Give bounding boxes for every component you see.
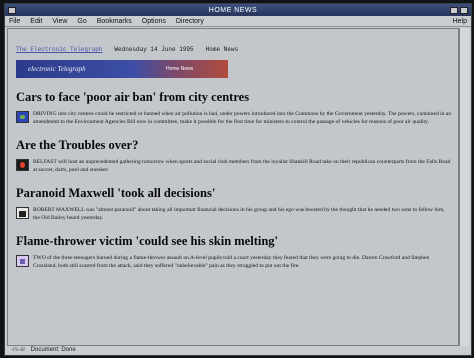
story-text: BELFAST will host an unprecedented gathe… bbox=[33, 159, 451, 173]
headline-link[interactable]: Cars to face 'poor air ban' from city ce… bbox=[16, 90, 452, 104]
shirt-icon[interactable] bbox=[16, 207, 29, 219]
story-item: DRIVING into city centres could be restr… bbox=[16, 110, 452, 126]
story-text: DRIVING into city centres could be restr… bbox=[33, 111, 452, 125]
vertical-scrollbar[interactable] bbox=[459, 28, 469, 346]
menu-edit[interactable]: Edit bbox=[30, 18, 42, 25]
menu-bookmarks[interactable]: Bookmarks bbox=[97, 18, 132, 25]
menu-view[interactable]: View bbox=[52, 18, 67, 25]
menu-bar: File Edit View Go Bookmarks Options Dire… bbox=[5, 16, 471, 27]
headline-link[interactable]: Flame-thrower victim 'could see his skin… bbox=[16, 234, 452, 248]
status-text: Document: Done bbox=[30, 347, 76, 353]
page-section: Home News bbox=[205, 46, 239, 53]
menu-file[interactable]: File bbox=[9, 18, 20, 25]
headline-link[interactable]: Paranoid Maxwell 'took all decisions' bbox=[16, 186, 452, 200]
page-content: The Electronic Telegraph Wednesday 14 Ju… bbox=[7, 28, 459, 346]
globe-icon[interactable] bbox=[16, 111, 29, 123]
flame-icon[interactable] bbox=[16, 255, 29, 267]
page-date: Wednesday 14 June 1995 bbox=[114, 46, 194, 53]
story-item: BELFAST will host an unprecedented gathe… bbox=[16, 158, 452, 174]
menu-directory[interactable]: Directory bbox=[176, 18, 204, 25]
menu-help[interactable]: Help bbox=[453, 18, 467, 25]
telegraph-banner: electronic Telegraph Home News bbox=[16, 60, 228, 78]
menu-options[interactable]: Options bbox=[142, 18, 166, 25]
menu-go[interactable]: Go bbox=[77, 18, 86, 25]
page-header-row: The Electronic Telegraph Wednesday 14 Ju… bbox=[16, 46, 452, 53]
story-item: TWO of the three teenagers burned during… bbox=[16, 254, 452, 270]
window-controls bbox=[449, 6, 468, 14]
headline-link[interactable]: Are the Troubles over? bbox=[16, 138, 452, 152]
story-text: TWO of the three teenagers burned during… bbox=[33, 255, 430, 269]
window-title: HOME NEWS bbox=[208, 6, 258, 14]
network-indicator-icon: -rs-al bbox=[11, 347, 25, 353]
banner-section-text: Home News bbox=[166, 66, 194, 72]
title-bar: HOME NEWS bbox=[5, 4, 471, 16]
ulster-icon[interactable] bbox=[16, 159, 29, 171]
banner-logo-text: electronic Telegraph bbox=[28, 65, 86, 73]
status-bar: -rs-al Document: Done bbox=[5, 345, 471, 355]
browser-window: HOME NEWS File Edit View Go Bookmarks Op… bbox=[4, 3, 472, 356]
maximize-button[interactable] bbox=[459, 6, 468, 14]
site-home-link[interactable]: The Electronic Telegraph bbox=[16, 46, 102, 53]
minimize-button[interactable] bbox=[449, 6, 458, 14]
system-menu-button[interactable] bbox=[8, 6, 16, 14]
story-text: ROBERT MAXWELL was "almost paranoid" abo… bbox=[33, 207, 445, 221]
story-item: ROBERT MAXWELL was "almost paranoid" abo… bbox=[16, 206, 452, 222]
